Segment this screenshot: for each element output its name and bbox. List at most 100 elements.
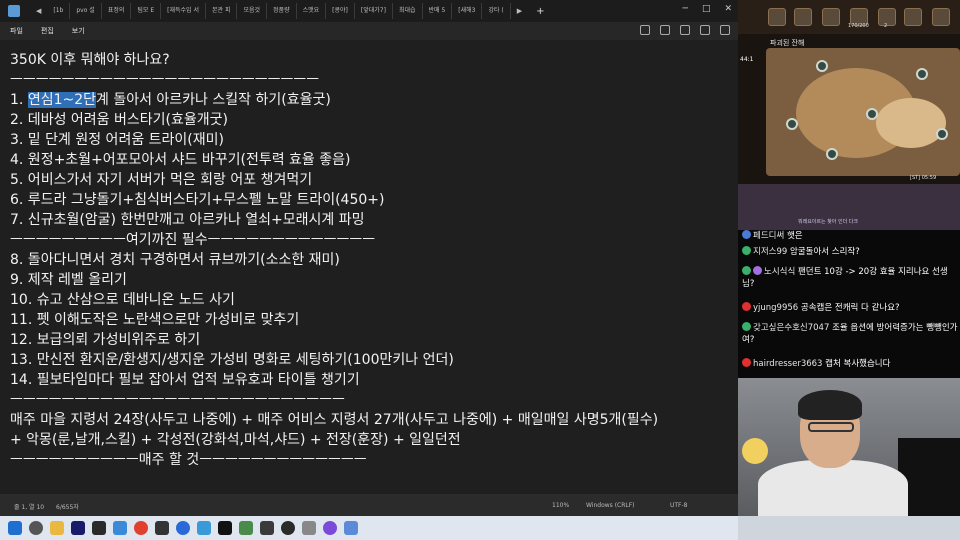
youtube-icon [742,358,751,367]
minimap[interactable] [766,48,960,176]
start-icon[interactable] [8,521,22,535]
app-icon[interactable] [176,521,190,535]
close-icon[interactable]: ✕ [724,4,732,14]
heading-icon[interactable] [640,25,650,35]
side-timer: 44:1 [740,56,754,63]
swirl-icon[interactable] [822,8,840,26]
tab[interactable]: 모음것 [237,3,268,19]
selected-text: 연심1~2단 [27,92,96,108]
taskbar [0,516,738,540]
app-icon[interactable] [92,521,106,535]
media-icon[interactable] [281,521,295,535]
chat-message: 갖고싶은수호신7047 조율 옵션에 방어력증가는 뺑뺑인가여? [742,322,958,345]
premiere-icon[interactable] [71,521,85,535]
trophy-counter: 2 [884,23,888,29]
search-icon[interactable] [29,521,43,535]
bold-icon[interactable] [680,25,690,35]
editor-line: 14. 필보타임마다 필보 잡아서 업적 보유호과 타이틀 챙기기 [10,372,360,388]
tab[interactable]: [새해3 [452,3,483,19]
chrome-icon[interactable] [134,521,148,535]
map-node-icon[interactable] [816,60,828,72]
editor-line: ㅡㅡㅡㅡㅡㅡㅡㅡㅡㅡㅡㅡㅡㅡㅡㅡㅡㅡㅡㅡㅡㅡㅡㅡ [10,72,320,88]
editor-line: 5. 어비스가서 자기 서버가 먹은 회랑 어포 챙겨먹기 [10,172,313,188]
tab[interactable]: 표정의 [102,3,132,19]
menu-edit[interactable]: 편집 [41,26,54,36]
maximize-icon[interactable]: □ [702,4,711,14]
tab-scroll-right-icon[interactable]: ▶ [511,7,528,15]
text-editor[interactable]: 350K 이후 뭐해야 하나요? ㅡㅡㅡㅡㅡㅡㅡㅡㅡㅡㅡㅡㅡㅡㅡㅡㅡㅡㅡㅡㅡㅡㅡ… [0,40,738,494]
minimize-icon[interactable]: ─ [683,4,688,14]
tab[interactable]: 정품량 [267,3,297,19]
menu-view[interactable]: 보기 [72,26,85,36]
swirl-icon-2[interactable] [904,8,922,26]
copilot-icon[interactable] [700,25,710,35]
tab[interactable]: [재득수입 서 [161,3,206,19]
map-node-icon[interactable] [826,148,838,160]
tab[interactable]: 본관 피 [206,3,238,19]
notepad-app-icon [8,5,20,17]
app-icon[interactable] [344,521,358,535]
editor-line: 350K 이후 뭐해야 하나요? [10,52,170,68]
editor-line: ㅡㅡㅡㅡㅡㅡㅡㅡㅡㅡㅡㅡㅡㅡㅡㅡㅡㅡㅡㅡㅡㅡㅡㅡㅡㅡ [10,392,345,408]
chat-message: 페드디써 햇은 [742,230,958,242]
tab[interactable]: [앞대가7] [355,3,393,19]
tab[interactable]: 스맷요 [297,3,327,19]
notepad-window: ◀ [1b pvo 설 표정의 팀모 E [재득수입 서 본관 피 모음것 정품… [0,0,738,516]
tab[interactable]: 최대습 [393,3,423,19]
editor-line-1: 1. 연심1~2단계 돌아서 아르카나 스킬작 하기(효율굿) [10,90,728,110]
toolbar [640,25,730,35]
line-rest: 계 돌아서 아르카나 스킬작 하기(효율굿) [96,92,331,108]
game-menu-icon[interactable] [768,8,786,26]
game-clock: [ST] 05:59 [910,175,937,181]
gift-icon[interactable] [932,8,950,26]
tab-active[interactable]: 강타 ( [482,3,511,19]
editor-line: + 악몽(룬,날개,스킬) + 각성전(강화석,마석,샤드) + 전장(훈장) … [10,432,461,448]
app-icon[interactable] [155,521,169,535]
user-badge-icon [742,322,751,331]
editor-line: 매주 마을 지령서 24장(사두고 나중에) + 매주 어비스 지령서 27개(… [10,412,659,428]
status-bar: 줄 1, 열 10 6/655자 110% Windows (CRLF) UTF… [0,494,738,516]
heart-icon [753,266,762,275]
app-icon[interactable] [113,521,127,535]
tab[interactable]: pvo 설 [70,3,102,19]
editor-line: 12. 보급의뢰 가성비위주로 하기 [10,332,201,348]
chat-message: yjung9956 공속캡은 전캐릭 다 같나요? [742,302,958,314]
map-node-icon[interactable] [916,68,928,80]
menu-file[interactable]: 파일 [10,26,23,36]
encoding[interactable]: UTF-8 [670,502,688,509]
shield-icon[interactable] [794,8,812,26]
taskbar-tail [738,516,960,540]
zoom-level[interactable]: 110% [552,502,569,509]
editor-line: 7. 신규초월(암굴) 한번만깨고 아르카나 열쇠+모래시계 파밍 [10,212,365,228]
file-explorer-icon[interactable] [50,521,64,535]
screen: ◀ [1b pvo 설 표정의 팀모 E [재득수입 서 본관 피 모음것 정품… [0,0,960,540]
map-title: 파괴된 잔해 [770,39,805,47]
app-icon[interactable] [239,521,253,535]
map-node-icon[interactable] [786,118,798,130]
tab[interactable]: [1b [47,3,71,19]
app-icon[interactable] [302,521,316,535]
live-chat: 페드디써 햇은 지저스99 암굴돌아서 스리작? 노시식식 팬던트 10강 ->… [738,230,960,378]
notion-icon[interactable] [218,521,232,535]
webcam-feed [738,378,960,516]
user-badge-icon [742,266,751,275]
editor-line: 13. 만신전 환지운/환생지/생지운 가성비 명화로 세팅하기(100만키나 … [10,352,454,368]
chest-counter: 170/200 [848,23,869,29]
tab[interactable]: 팀모 E [131,3,162,19]
app-icon[interactable] [323,521,337,535]
app-icon[interactable] [260,521,274,535]
list-icon[interactable] [660,25,670,35]
line-ending[interactable]: Windows (CRLF) [586,502,635,509]
settings-icon[interactable] [720,25,730,35]
tab-scroll-left-icon[interactable]: ◀ [30,7,47,15]
chat-message: hairdresser3663 캡처 복사했습니다 [742,358,958,370]
new-tab-button[interactable]: + [528,6,552,17]
map-node-icon[interactable] [866,108,878,120]
tab[interactable]: 반매 5 [423,3,453,19]
map-node-icon[interactable] [936,128,948,140]
app-icon[interactable] [197,521,211,535]
char-count: 6/655자 [56,504,79,511]
chat-message: 지저스99 암굴돌아서 스리작? [742,246,958,258]
tab[interactable]: [콩야] [326,3,355,19]
chat-message: 노시식식 팬던트 10강 -> 20강 효율 지리나요 선생님? [742,266,948,289]
